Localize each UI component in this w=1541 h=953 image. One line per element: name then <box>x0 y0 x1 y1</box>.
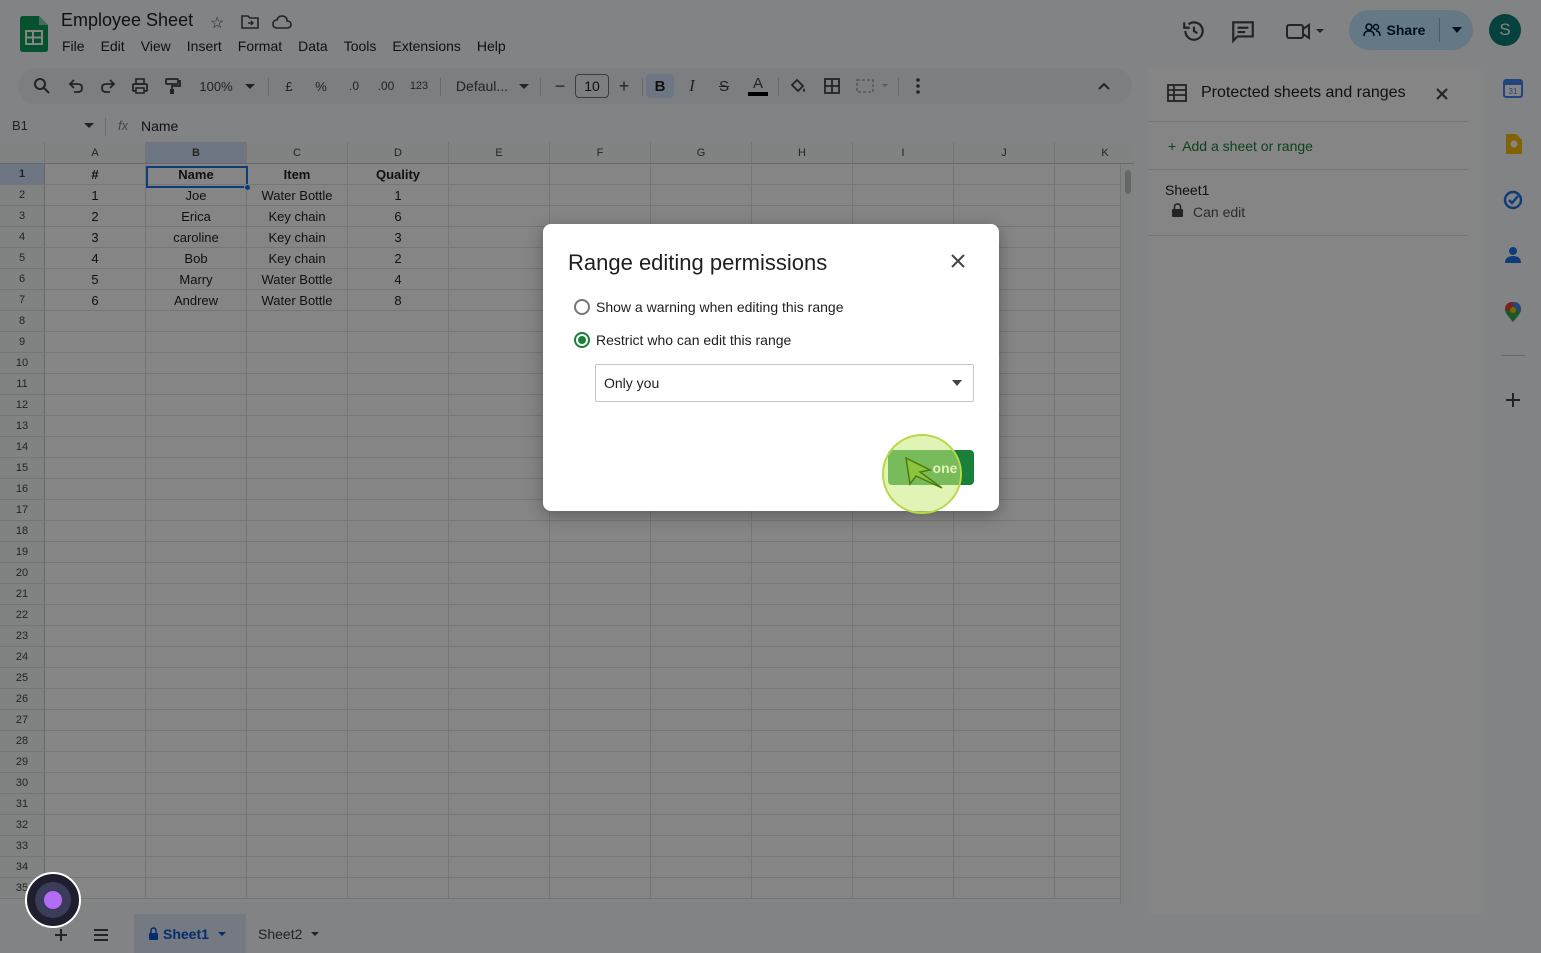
record-dot-icon <box>44 891 62 909</box>
editor-select[interactable]: Only you <box>595 364 974 402</box>
cursor-arrow-icon <box>905 456 943 489</box>
select-caret-icon <box>952 380 962 386</box>
warning-option-label[interactable]: Show a warning when editing this range <box>596 299 844 315</box>
close-dialog-icon[interactable] <box>947 250 969 272</box>
recorder-button[interactable] <box>25 872 81 928</box>
recorder-inner <box>35 882 71 918</box>
dialog-title: Range editing permissions <box>568 250 828 275</box>
editor-select-value: Only you <box>604 375 660 391</box>
click-highlight <box>882 434 962 514</box>
warning-option-radio[interactable] <box>574 299 590 315</box>
restrict-option-radio[interactable] <box>574 332 590 348</box>
restrict-option-label[interactable]: Restrict who can edit this range <box>596 332 791 348</box>
